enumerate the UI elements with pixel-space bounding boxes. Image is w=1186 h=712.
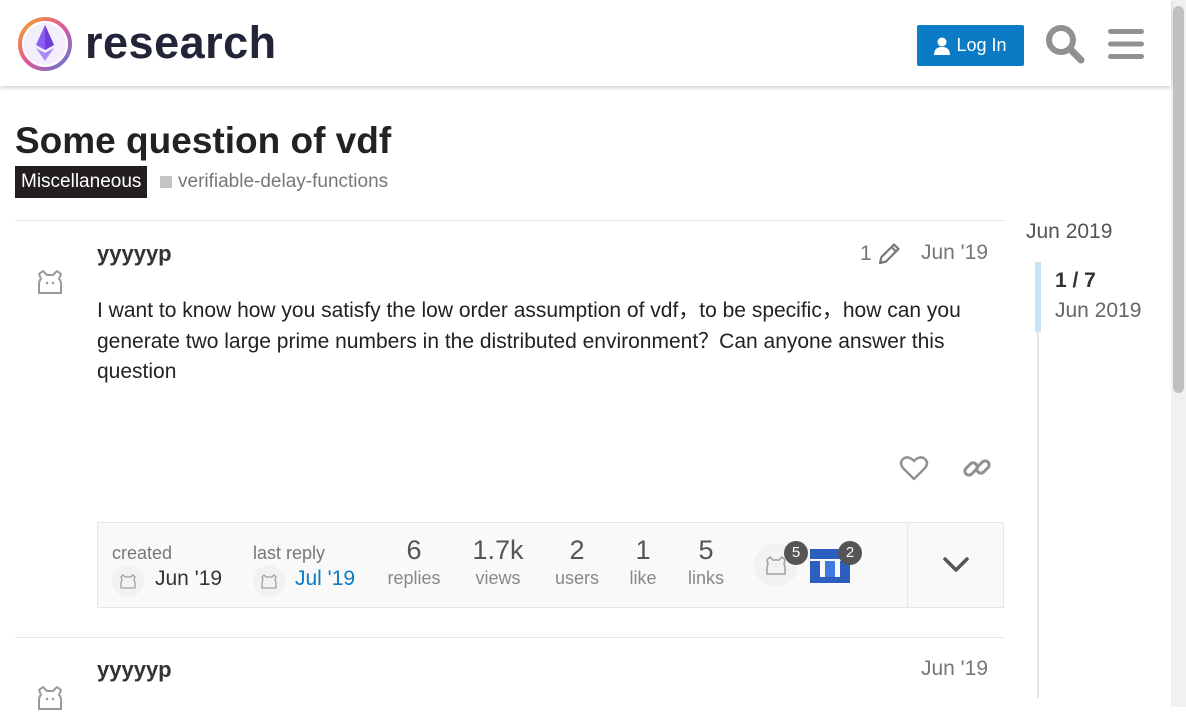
stat-label: like <box>629 568 657 588</box>
stat-number: 5 <box>698 535 714 565</box>
post-username[interactable]: yyyyyp <box>97 241 172 267</box>
pencil-icon <box>878 243 900 265</box>
stat-label: views <box>475 568 521 588</box>
post-body: I want to know how you satisfy the low o… <box>97 299 961 383</box>
post-separator <box>15 220 1004 221</box>
stat-number: 1 <box>635 535 651 565</box>
stat-number: 2 <box>569 535 585 565</box>
participant-post-count: 2 <box>838 541 862 565</box>
chevron-down-icon[interactable] <box>928 543 984 587</box>
edit-history[interactable]: 1 <box>860 241 902 267</box>
login-button-label: Log In <box>956 35 1007 55</box>
timeline-handle[interactable] <box>1035 262 1041 332</box>
timeline-position: 1 / 7 <box>1055 269 1096 292</box>
last-reply-info[interactable]: last reply Jul '19 <box>238 523 378 607</box>
stat-views: 1.7k views <box>460 535 536 591</box>
stat-likes: 1 like <box>618 535 668 591</box>
stat-label: links <box>687 568 724 588</box>
stat-replies: 6 replies <box>379 535 449 591</box>
login-button[interactable]: Log In <box>917 25 1024 66</box>
stat-number: 1.7k <box>472 535 524 565</box>
created-info[interactable]: created Jun '19 <box>98 523 238 607</box>
category-badge[interactable]: Miscellaneous <box>15 166 148 198</box>
last-reply-label: last reply <box>253 543 326 563</box>
stat-links[interactable]: 5 links <box>678 535 734 591</box>
stat-users: 2 users <box>547 535 607 591</box>
last-reply-avatar-icon <box>253 565 285 597</box>
tag-label: verifiable-delay-functions <box>178 171 389 192</box>
topic-title[interactable]: Some question of vdf <box>15 118 391 164</box>
last-reply-date: Jul '19 <box>295 567 356 590</box>
timeline-start-date[interactable]: Jun 2019 <box>1026 220 1112 244</box>
participant-post-count: 5 <box>784 541 808 565</box>
topic-map-divider <box>907 523 908 607</box>
tag-square-icon <box>160 176 172 188</box>
post-date[interactable]: Jun '19 <box>921 657 988 681</box>
hamburger-menu-icon[interactable] <box>1104 22 1148 66</box>
page-scrollbar-thumb[interactable] <box>1173 6 1184 393</box>
edit-count: 1 <box>860 242 872 265</box>
user-avatar-icon[interactable] <box>36 268 64 296</box>
topic-tag[interactable]: verifiable-delay-functions <box>160 166 388 198</box>
post-username[interactable]: yyyyyp <box>97 657 172 683</box>
user-icon <box>934 37 951 55</box>
stat-label: users <box>554 568 599 588</box>
creator-avatar-icon <box>112 565 144 597</box>
site-brand[interactable]: research <box>85 14 277 72</box>
share-link-icon[interactable] <box>960 451 994 485</box>
site-logo-icon[interactable] <box>16 15 74 73</box>
created-date: Jun '19 <box>155 567 223 590</box>
stat-number: 6 <box>406 535 422 565</box>
search-icon[interactable] <box>1043 22 1087 66</box>
like-heart-icon[interactable] <box>897 451 931 485</box>
stat-label: replies <box>387 568 441 588</box>
created-label: created <box>112 543 173 563</box>
timeline-current-date: Jun 2019 <box>1055 299 1142 322</box>
post-separator <box>15 637 1004 638</box>
post-date[interactable]: Jun '19 <box>921 241 988 265</box>
user-avatar-icon[interactable] <box>36 684 64 712</box>
site-header: research Log In <box>0 0 1171 86</box>
topic-map: created Jun '19 last reply Jul '19 6 rep… <box>97 522 1004 608</box>
